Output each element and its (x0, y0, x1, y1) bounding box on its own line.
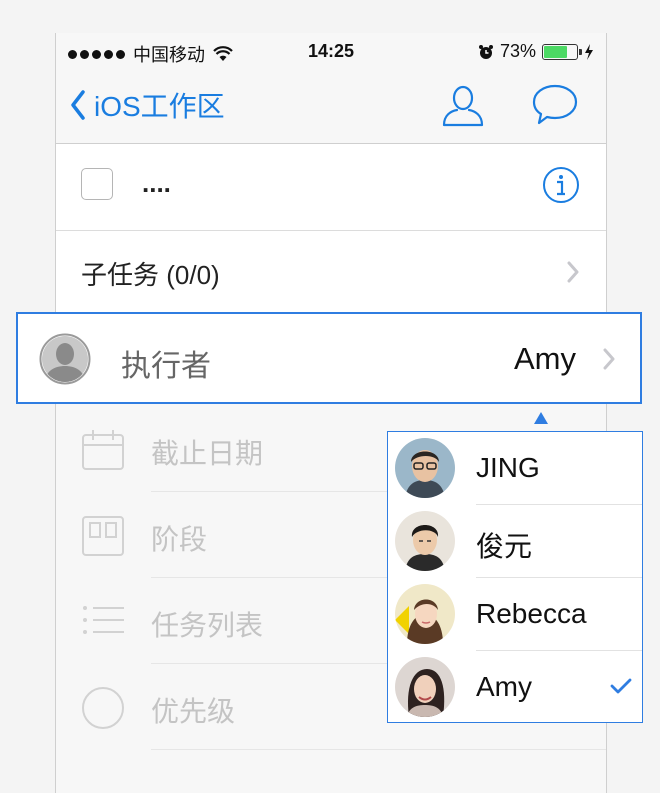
info-icon[interactable] (542, 166, 580, 204)
navigation-bar: iOS工作区 (56, 71, 606, 144)
member-avatar (395, 511, 455, 571)
chevron-left-icon (71, 90, 85, 120)
checkmark-icon (610, 678, 632, 694)
member-option-jing[interactable]: JING (388, 432, 642, 505)
priority-circle-icon (82, 687, 124, 729)
task-header-row: .... (56, 144, 606, 231)
member-picker-popover: JING 俊元 Rebecca Amy (387, 431, 643, 723)
chevron-right-icon (603, 348, 615, 370)
member-option-rebecca[interactable]: Rebecca (388, 578, 642, 651)
chevron-right-icon (567, 261, 579, 283)
subtask-label: 子任务 (0/0) (81, 260, 220, 290)
assignee-value: Amy (514, 341, 576, 376)
task-list-label: 任务列表 (151, 610, 264, 641)
stage-label: 阶段 (151, 524, 208, 555)
chat-bubble-icon[interactable] (532, 83, 578, 125)
charging-bolt-icon (585, 43, 593, 60)
person-icon[interactable] (441, 85, 485, 127)
member-name: Rebecca (476, 598, 587, 629)
member-avatar (395, 584, 455, 644)
member-avatar (395, 657, 455, 717)
calendar-icon (82, 430, 124, 470)
battery-icon (542, 43, 582, 60)
member-name: Amy (476, 671, 532, 702)
member-avatar (395, 438, 455, 498)
priority-label: 优先级 (151, 696, 236, 727)
assignee-row[interactable]: 执行者 Amy (16, 312, 642, 404)
member-name: JING (476, 452, 540, 483)
back-label: iOS工作区 (94, 91, 225, 122)
member-option-amy[interactable]: Amy (388, 651, 642, 722)
task-title[interactable]: .... (142, 168, 171, 199)
battery-percent: 73% (499, 41, 536, 61)
member-name: 俊元 (476, 531, 533, 562)
task-complete-checkbox[interactable] (81, 168, 113, 200)
back-button[interactable]: iOS工作区 (70, 85, 225, 125)
stage-columns-icon (82, 516, 124, 556)
assignee-label: 执行者 (121, 350, 211, 383)
due-date-label: 截止日期 (151, 438, 264, 469)
member-option-junyuan[interactable]: 俊元 (388, 505, 642, 578)
list-icon (83, 606, 124, 634)
default-avatar-icon (39, 333, 91, 385)
divider (151, 749, 606, 750)
alarm-clock-icon (478, 44, 493, 59)
subtask-row[interactable]: 子任务 (0/0) (56, 231, 606, 313)
popover-caret (534, 412, 548, 424)
status-bar: 中国移动 14:25 73% (56, 33, 606, 71)
status-right-group: 73% (478, 41, 594, 62)
